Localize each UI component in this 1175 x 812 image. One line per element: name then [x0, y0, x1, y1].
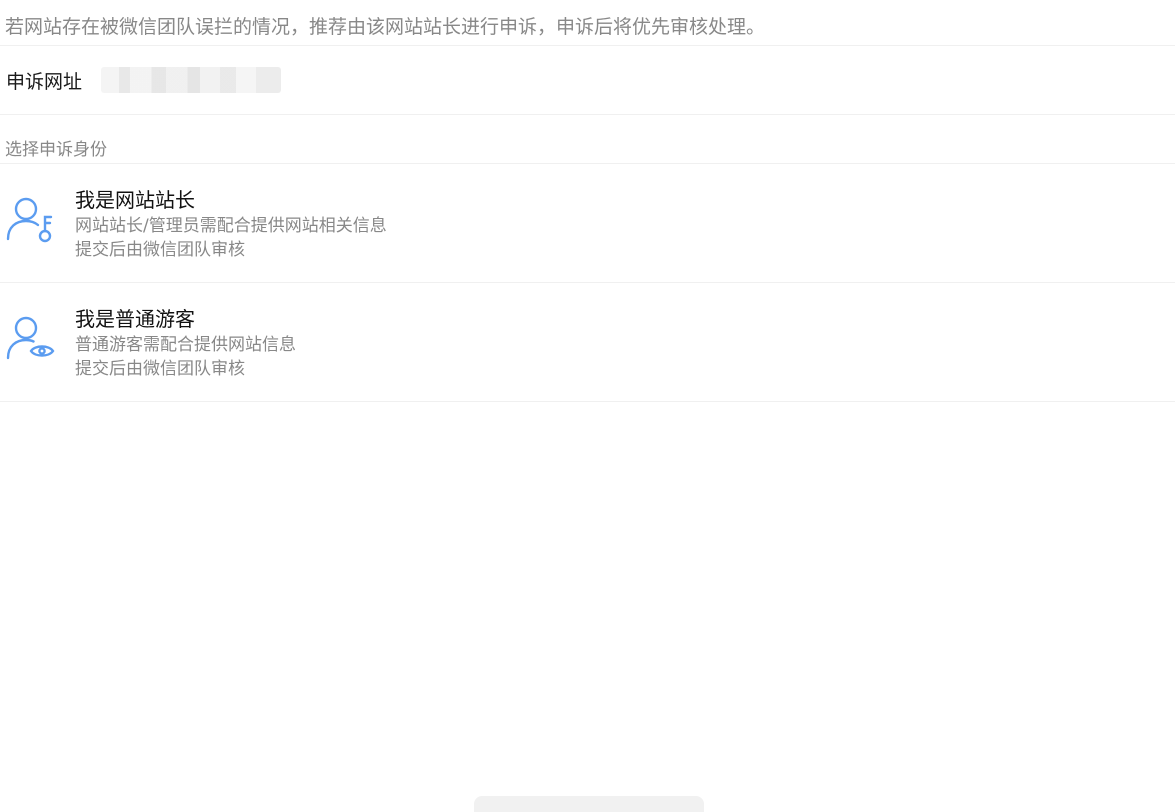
option-title: 我是网站站长	[75, 188, 195, 212]
bottom-action-bar[interactable]	[474, 796, 704, 812]
appeal-url-row: 申诉网址	[0, 46, 1175, 115]
option-visitor-texts: 我是普通游客 普通游客需配合提供网站信息 提交后由微信团队审核	[75, 305, 296, 381]
user-key-icon	[6, 197, 53, 243]
appeal-page: 若网站存在被微信团队误拦的情况，推荐由该网站站长进行申诉，申诉后将优先审核处理。…	[0, 0, 1175, 812]
option-site-owner-texts: 我是网站站长 网站站长/管理员需配合提供网站相关信息 提交后由微信团队审核	[75, 186, 387, 262]
identity-section-label: 选择申诉身份	[0, 115, 1175, 164]
appeal-url-value-redacted	[101, 67, 282, 93]
option-desc-line1: 普通游客需配合提供网站信息	[75, 335, 296, 355]
option-desc-line2: 提交后由微信团队审核	[75, 240, 245, 260]
appeal-notice: 若网站存在被微信团队误拦的情况，推荐由该网站站长进行申诉，申诉后将优先审核处理。	[0, 0, 1175, 46]
option-desc-line2: 提交后由微信团队审核	[75, 359, 245, 379]
user-eye-icon	[6, 316, 55, 360]
option-visitor[interactable]: 我是普通游客 普通游客需配合提供网站信息 提交后由微信团队审核	[0, 283, 1175, 402]
option-desc-line1: 网站站长/管理员需配合提供网站相关信息	[75, 216, 387, 236]
option-title: 我是普通游客	[75, 307, 195, 331]
option-site-owner[interactable]: 我是网站站长 网站站长/管理员需配合提供网站相关信息 提交后由微信团队审核	[0, 164, 1175, 283]
appeal-url-label: 申诉网址	[6, 70, 83, 93]
